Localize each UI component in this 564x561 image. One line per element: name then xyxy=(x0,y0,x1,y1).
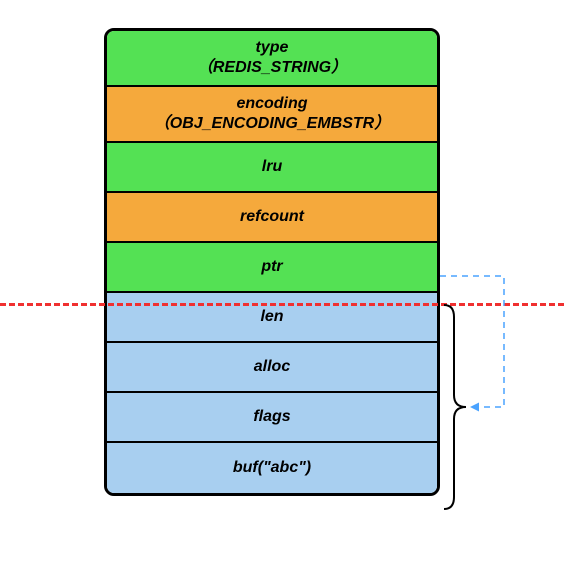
row-sublabel: （OBJ_ENCODING_EMBSTR） xyxy=(154,114,390,134)
curly-brace xyxy=(442,303,468,511)
row-label: encoding xyxy=(236,94,307,114)
diagram-stage: type（REDIS_STRING）encoding（OBJ_ENCODING_… xyxy=(0,0,564,561)
row-type: type（REDIS_STRING） xyxy=(107,31,437,87)
row-len: len xyxy=(107,293,437,343)
row-alloc: alloc xyxy=(107,343,437,393)
row-label: buf("abc") xyxy=(233,458,311,478)
row-lru: lru xyxy=(107,143,437,193)
row-ptr: ptr xyxy=(107,243,437,293)
row-label: refcount xyxy=(240,207,304,227)
row-label: len xyxy=(260,307,283,327)
row-refcount: refcount xyxy=(107,193,437,243)
row-label: lru xyxy=(262,157,282,177)
row-label: type xyxy=(256,38,289,58)
row-sublabel: （REDIS_STRING） xyxy=(197,58,347,78)
row-label: ptr xyxy=(261,257,282,277)
row-encoding: encoding（OBJ_ENCODING_EMBSTR） xyxy=(107,87,437,143)
memory-stack: type（REDIS_STRING）encoding（OBJ_ENCODING_… xyxy=(104,28,440,496)
row-label: flags xyxy=(253,407,290,427)
row-buf-abc-: buf("abc") xyxy=(107,443,437,493)
row-label: alloc xyxy=(254,357,290,377)
separator-line xyxy=(0,303,564,306)
row-flags: flags xyxy=(107,393,437,443)
